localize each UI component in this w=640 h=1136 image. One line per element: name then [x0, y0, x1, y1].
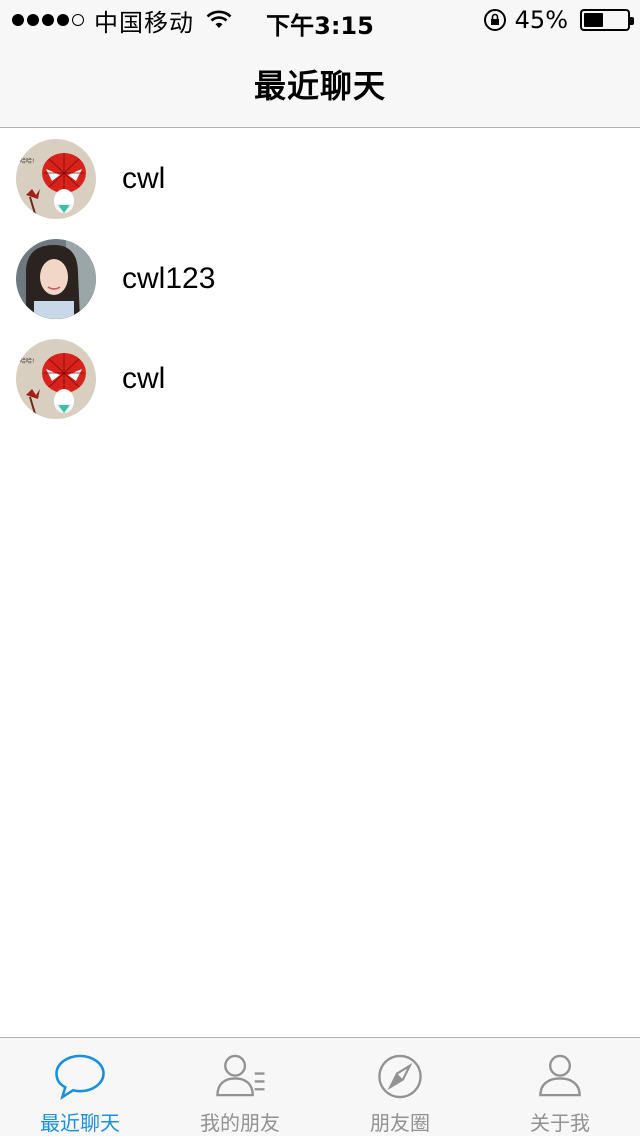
chat-name: cwl: [122, 362, 166, 395]
chat-row[interactable]: cwl123: [0, 229, 640, 329]
tab-recent-chats[interactable]: 最近聊天: [0, 1038, 160, 1136]
compass-icon: [378, 1054, 422, 1099]
chat-row[interactable]: 哈哈! cwl: [0, 129, 640, 229]
chat-list: 哈哈! cwl cwl123 哈哈! cwl: [0, 129, 640, 429]
tab-moments[interactable]: 朋友圈: [320, 1038, 480, 1136]
rotation-lock-icon: [483, 9, 506, 31]
spiderman-avatar: 哈哈!: [16, 139, 96, 219]
tab-bar: 最近聊天 我的朋友 朋友圈 关于我: [0, 1037, 640, 1136]
person-icon: [539, 1054, 581, 1097]
tab-label: 朋友圈: [370, 1111, 430, 1135]
friends-list-icon: [216, 1054, 265, 1097]
tab-label: 关于我: [530, 1111, 590, 1135]
battery-level: [584, 13, 603, 27]
chat-name: cwl: [122, 162, 166, 195]
tab-my-friends[interactable]: 我的朋友: [160, 1038, 320, 1136]
tab-label: 我的朋友: [200, 1111, 280, 1135]
chat-row[interactable]: 哈哈! cwl: [0, 329, 640, 429]
status-bar: 中国移动 下午3:15 45%: [0, 0, 640, 40]
tab-about-me[interactable]: 关于我: [480, 1038, 640, 1136]
tab-label: 最近聊天: [40, 1111, 120, 1135]
svg-text:哈哈!: 哈哈!: [20, 157, 34, 165]
status-right: 45%: [483, 6, 634, 34]
chat-name: cwl123: [122, 262, 216, 295]
navigation-bar: 最近聊天: [0, 40, 640, 128]
battery-icon: [580, 9, 634, 31]
page-title: 最近聊天: [253, 66, 386, 105]
svg-text:哈哈!: 哈哈!: [20, 357, 34, 365]
girl-photo-avatar: [16, 239, 96, 319]
battery-percent: 45%: [514, 6, 568, 34]
spiderman-avatar: 哈哈!: [16, 339, 96, 419]
chat-bubble-icon: [55, 1054, 105, 1100]
